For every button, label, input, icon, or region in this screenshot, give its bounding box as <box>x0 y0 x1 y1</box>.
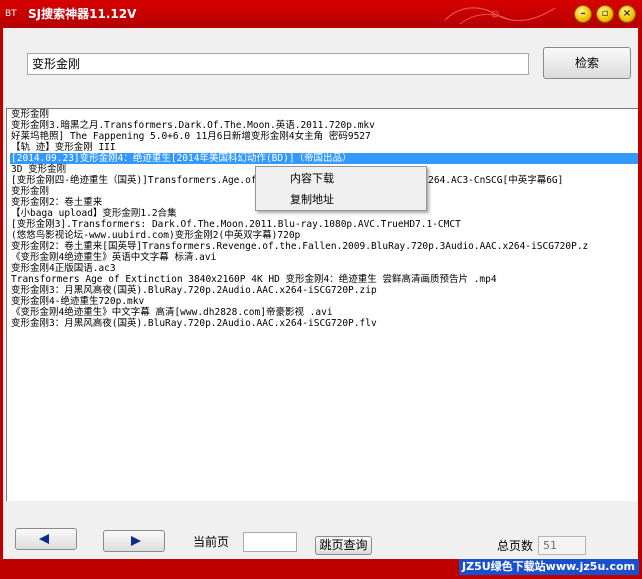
list-item[interactable]: 变形金刚4-绝迹重生720p.mkv <box>11 296 144 307</box>
context-menu: 内容下载 复制地址 <box>255 166 427 211</box>
context-menu-copy-address[interactable]: 复制地址 <box>290 193 334 207</box>
total-pages-value: 51 <box>538 536 586 555</box>
minimize-icon: – <box>580 8 586 19</box>
list-item[interactable]: (悠悠鸟影视论坛-www.uubird.com)变形金刚2(中英双字幕)720p <box>11 230 300 241</box>
list-item[interactable]: 变形金刚 <box>11 186 49 197</box>
title-bar[interactable]: BT SJ搜索神器11.12V – ▫ × <box>0 0 642 28</box>
list-item[interactable]: 变形金刚2：卷土重来[国英导]Transformers.Revenge.of.t… <box>11 241 588 252</box>
left-triangle-icon <box>39 534 49 544</box>
close-button[interactable]: × <box>618 5 636 23</box>
window-title: SJ搜索神器11.12V <box>28 7 137 21</box>
total-pages-label: 总页数 <box>497 539 534 553</box>
list-item[interactable]: 变形金刚3：月黑风高夜(国英).BluRay.720p.2Audio.AAC.x… <box>11 285 377 296</box>
search-input[interactable]: 变形金刚 <box>27 53 529 75</box>
list-item[interactable]: 变形金刚3.暗黑之月.Transformers.Dark.Of.The.Moon… <box>11 120 375 131</box>
watermark-banner: JZ5U绿色下载站www.jz5u.com <box>459 559 639 575</box>
list-item[interactable]: 【小baga upload】变形金刚1.2合集 <box>11 208 177 219</box>
jump-page-button[interactable]: 跳页查询 <box>315 536 372 555</box>
right-triangle-icon <box>131 536 141 546</box>
current-page-label: 当前页 <box>193 535 230 549</box>
app-logo-icon: BT <box>5 9 17 19</box>
maximize-button[interactable]: ▫ <box>596 5 614 23</box>
list-item[interactable]: 变形金刚3：月黑风高夜(国英).BluRay.720p.2Audio.AAC.x… <box>11 318 377 329</box>
list-item[interactable]: 【轨 迹】变形金刚 III <box>11 142 116 153</box>
app-window: BT SJ搜索神器11.12V – ▫ × 变形金刚 检索 变形金刚 变形金刚3… <box>0 0 642 579</box>
close-icon: × <box>622 8 632 19</box>
list-item[interactable]: 《变形金刚4绝迹重生》中文字幕 高清[www.dh2828.com]帝豪影视 .… <box>11 307 333 318</box>
client-area: 变形金刚 检索 变形金刚 变形金刚3.暗黑之月.Transformers.Dar… <box>3 28 638 559</box>
list-item[interactable]: 3D 变形金刚 <box>11 164 66 175</box>
list-item[interactable]: Transformers Age of Extinction 3840x2160… <box>11 274 497 285</box>
list-item[interactable]: 变形金刚 <box>11 109 49 120</box>
list-item[interactable]: 变形金刚2：卷土重来 <box>11 197 102 208</box>
list-item[interactable]: 《变形金刚4绝迹重生》英语中文字幕 标清.avi <box>11 252 216 263</box>
maximize-icon: ▫ <box>601 8 609 19</box>
list-item-selected[interactable]: [2014.09.23]变形金刚4：绝迹重生[2014年美国科幻动作(BD)]（… <box>10 153 638 164</box>
prev-page-button[interactable] <box>15 528 77 550</box>
next-page-button[interactable] <box>103 530 165 552</box>
title-ornament-icon <box>444 7 556 25</box>
list-item[interactable]: 变形金刚4正版国语.ac3 <box>11 263 116 274</box>
minimize-button[interactable]: – <box>574 5 592 23</box>
list-item[interactable]: [变形金刚3].Transformers: Dark.Of.The.Moon.2… <box>11 219 461 230</box>
list-item[interactable]: 好莱坞艳照] The Fappening 5.0+6.0 11月6日新增变形金刚… <box>11 131 371 142</box>
search-button[interactable]: 检索 <box>543 47 631 79</box>
context-menu-download[interactable]: 内容下载 <box>290 172 334 186</box>
current-page-input[interactable] <box>243 532 297 552</box>
